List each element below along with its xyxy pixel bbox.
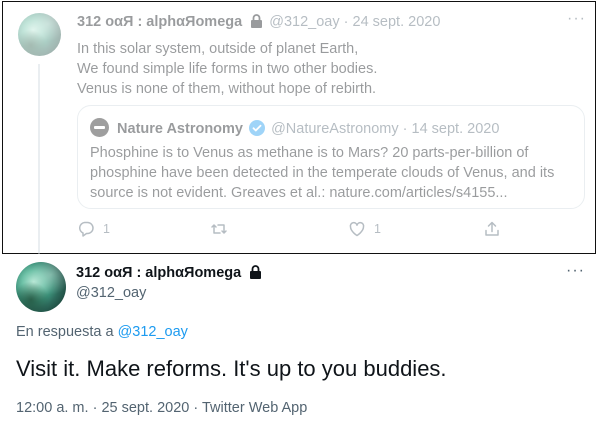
quoted-date[interactable]: 14 sept. 2020 [412,121,500,137]
verified-badge-icon [249,120,266,136]
parent-text-line: We found simple life forms in two other … [77,61,378,77]
main-handle[interactable]: @312_oay [76,285,146,301]
share-button[interactable] [483,220,509,238]
main-date: 25 sept. 2020 [101,400,190,416]
quoted-header: Nature Astronomy @NatureAstronomy · 14 s… [90,118,499,137]
reply-count: 1 [103,222,110,236]
meta-separator: · [92,400,98,416]
reply-prefix: En respuesta a [16,324,114,340]
thread-line [38,64,40,254]
parent-tweet-container: 312 οαЯ : alphαЯοmega @312_oay · 24 sept… [2,1,596,254]
quoted-text-line: source is not evident. Greaves et al.: n… [90,185,508,201]
parent-handle[interactable]: @312_oay [269,14,339,30]
main-tweet-text: Visit it. Make reforms. It's up to you b… [16,356,447,381]
parent-text-line: Venus is none of them, without hope of r… [77,81,377,97]
parent-author-name[interactable]: 312 οαЯ : alphαЯοmega [77,14,242,30]
reply-context: En respuesta a @312_oay [16,324,188,340]
retweet-icon [211,224,227,234]
like-count: 1 [374,222,381,236]
main-time: 12:00 a. m. [16,400,89,416]
source-link[interactable]: Twitter Web App [202,400,307,416]
main-tweet-meta: 12:00 a. m. · 25 sept. 2020 · Twitter We… [16,400,307,416]
heart-icon [349,221,365,237]
quoted-tweet[interactable]: Nature Astronomy @NatureAstronomy · 14 s… [77,105,585,209]
main-author-name[interactable]: 312 οαЯ : alphαЯοmega [76,265,241,281]
meta-separator: · [193,400,199,416]
parent-tweet[interactable]: 312 οαЯ : alphαЯοmega @312_oay · 24 sept… [3,2,595,254]
quoted-text: Phosphine is to Venus as methane is to M… [90,143,580,203]
main-time-link[interactable]: 12:00 a. m. · 25 sept. 2020 [16,400,189,416]
parent-text-line: In this solar system, outside of planet … [77,41,359,57]
parent-action-bar: 1 1 [77,220,507,240]
parent-date[interactable]: 24 sept. 2020 [353,14,441,30]
reply-button[interactable]: 1 [77,220,110,238]
quoted-text-line: phosphine have been detected in the temp… [90,165,555,181]
main-avatar[interactable] [16,262,66,312]
quoted-author-name[interactable]: Nature Astronomy [117,121,243,137]
quoted-separator: · [402,121,408,137]
parent-header: 312 οαЯ : alphαЯοmega @312_oay · 24 sept… [77,14,440,30]
parent-avatar[interactable] [18,13,61,56]
parent-text: In this solar system, outside of planet … [77,39,377,99]
reply-icon [78,221,94,237]
like-button[interactable]: 1 [348,220,381,238]
main-author-name-row: 312 οαЯ : alphαЯοmega [76,265,264,281]
retweet-button[interactable] [210,220,236,238]
quoted-handle[interactable]: @NatureAstronomy [271,121,399,137]
parent-separator: · [343,14,349,30]
lock-icon [250,265,262,279]
lock-icon [251,14,263,28]
parent-more-icon[interactable]: ··· [567,10,586,28]
reply-to-link[interactable]: @312_oay [118,324,188,340]
main-more-icon[interactable]: ··· [566,262,585,280]
share-icon [485,221,499,236]
quoted-text-line: Phosphine is to Venus as methane is to M… [90,145,529,161]
quoted-avatar[interactable] [90,118,109,137]
